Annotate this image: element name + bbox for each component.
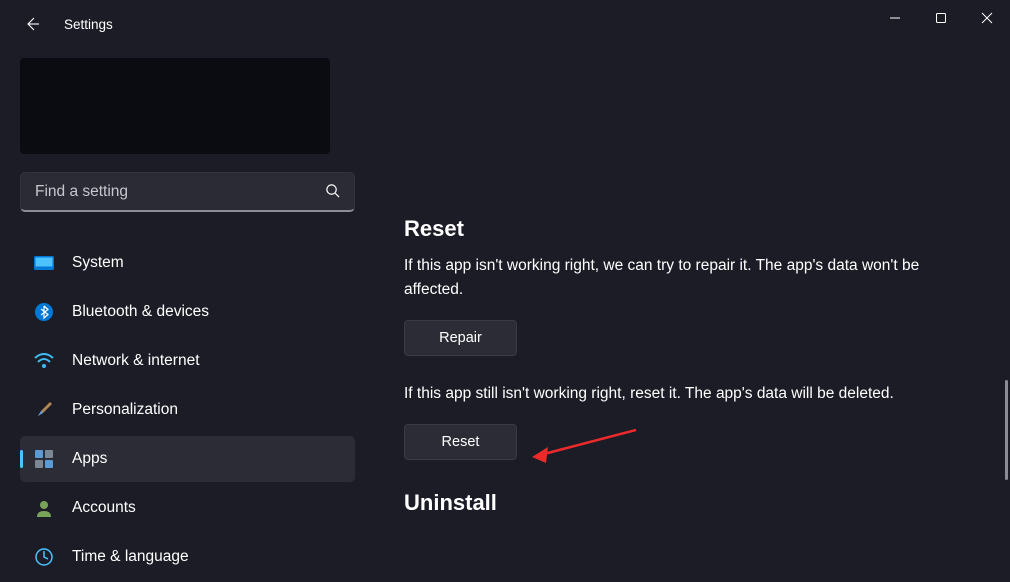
reset-heading: Reset [404, 216, 980, 242]
back-arrow-icon [24, 16, 40, 32]
wifi-icon [34, 351, 54, 371]
sidebar-item-label: Accounts [72, 499, 136, 517]
search-input[interactable] [35, 183, 325, 201]
reset-description: If this app still isn't working right, r… [404, 382, 980, 406]
minimize-icon [889, 12, 901, 24]
sidebar-item-label: Time & language [72, 548, 189, 566]
sidebar-item-network[interactable]: Network & internet [20, 338, 355, 384]
maximize-button[interactable] [918, 0, 964, 36]
globe-clock-icon [34, 547, 54, 567]
minimize-button[interactable] [872, 0, 918, 36]
sidebar-item-label: Apps [72, 450, 107, 468]
uninstall-heading: Uninstall [404, 490, 980, 516]
scrollbar-thumb[interactable] [1005, 380, 1008, 480]
bluetooth-icon [34, 302, 54, 322]
sidebar-item-bluetooth[interactable]: Bluetooth & devices [20, 289, 355, 335]
sidebar-item-personalization[interactable]: Personalization [20, 387, 355, 433]
close-icon [981, 12, 993, 24]
apps-icon [34, 449, 54, 469]
back-button[interactable] [22, 14, 42, 34]
search-field[interactable] [20, 172, 355, 212]
sidebar-item-label: Bluetooth & devices [72, 303, 209, 321]
display-icon [34, 253, 54, 273]
maximize-icon [935, 12, 947, 24]
paintbrush-icon [34, 400, 54, 420]
account-box [20, 58, 330, 154]
sidebar: System Bluetooth & devices Network & int… [0, 48, 360, 582]
sidebar-item-accounts[interactable]: Accounts [20, 485, 355, 531]
sidebar-item-label: Personalization [72, 401, 178, 419]
sidebar-item-label: Network & internet [72, 352, 200, 370]
main-content: Reset If this app isn't working right, w… [360, 48, 1010, 582]
sidebar-item-apps[interactable]: Apps [20, 436, 355, 482]
repair-description: If this app isn't working right, we can … [404, 254, 964, 302]
person-icon [34, 498, 54, 518]
window-title: Settings [64, 17, 113, 32]
sidebar-item-system[interactable]: System [20, 240, 355, 286]
close-button[interactable] [964, 0, 1010, 36]
sidebar-item-time[interactable]: Time & language [20, 534, 355, 580]
reset-button[interactable]: Reset [404, 424, 517, 460]
sidebar-item-label: System [72, 254, 124, 272]
repair-button[interactable]: Repair [404, 320, 517, 356]
search-icon [325, 183, 340, 201]
